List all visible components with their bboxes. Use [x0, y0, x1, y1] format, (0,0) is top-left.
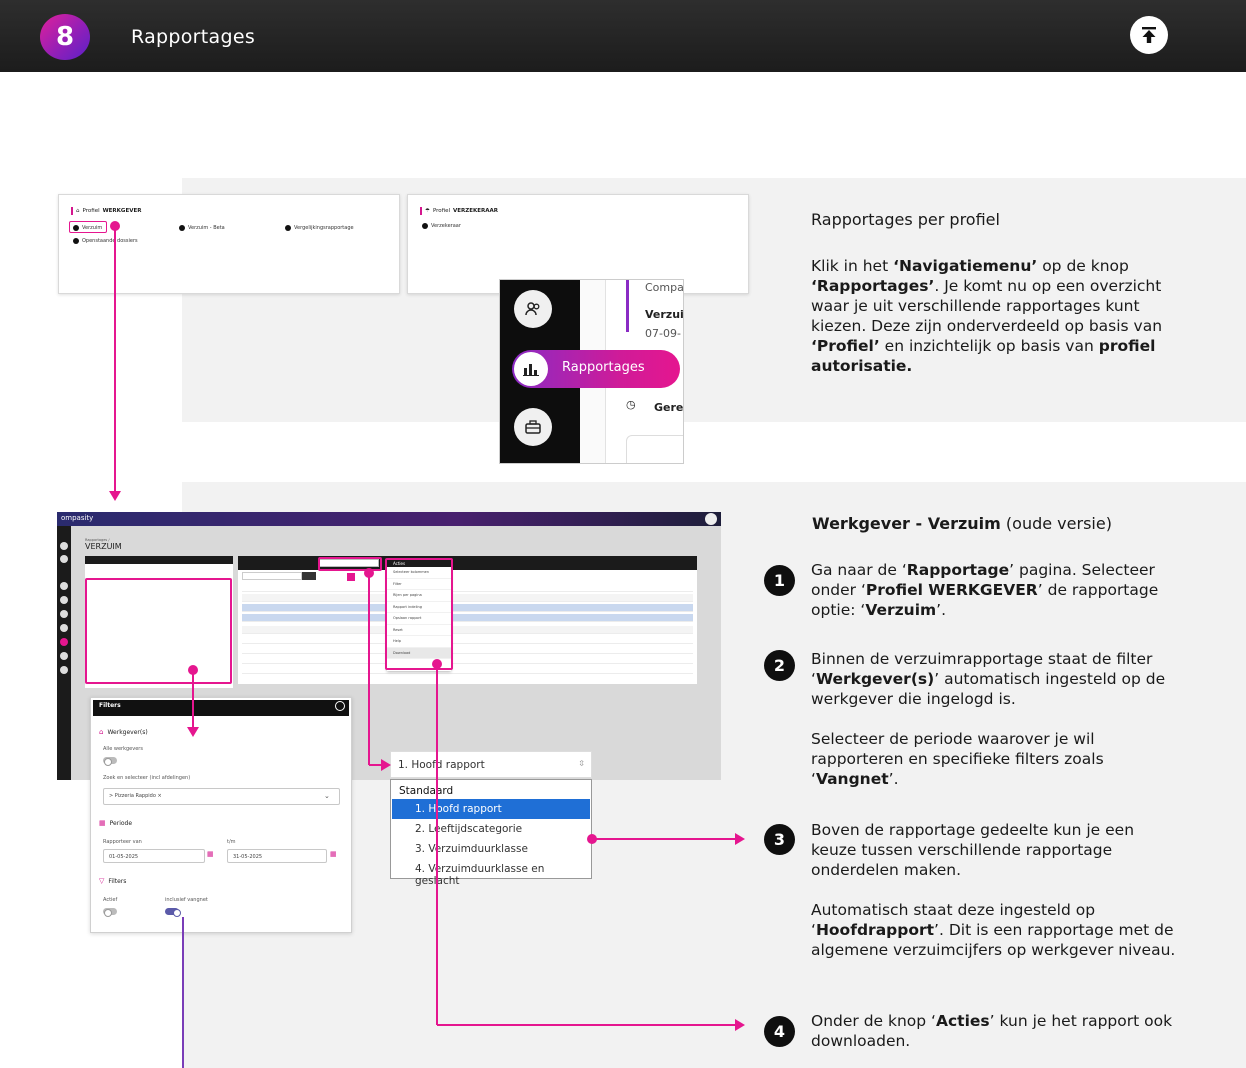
home-icon: ⌂	[76, 208, 80, 214]
arrow-to-top-icon	[1142, 27, 1156, 43]
bar-chart-icon	[523, 364, 539, 376]
highlight-report-select	[318, 557, 382, 571]
highlight-acties	[385, 558, 453, 670]
date-to-input[interactable]: 31-05-2025	[227, 849, 327, 863]
app-logo: ompasity	[61, 514, 94, 522]
report-grid-mini	[238, 556, 697, 684]
report-select[interactable]: 1. Hoofd rapport	[390, 751, 592, 778]
section-1-heading: Rapportages per profiel	[811, 210, 1000, 229]
briefcase-icon	[525, 420, 541, 434]
filters-panel-zoom: Filters ⌂ Werkgever(s) Alle werkgevers Zo…	[90, 697, 352, 933]
step-3-text: Boven de rapportage gedeelte kun je een …	[811, 821, 1135, 879]
step-1-badge: 1	[764, 565, 795, 596]
app-title: VERZUIM	[85, 542, 122, 551]
option-hoofd-rapport[interactable]: 1. Hoofd rapport	[392, 799, 590, 819]
filter-icon: ▽	[99, 877, 105, 885]
calendar-icon: ▦	[99, 819, 106, 827]
option-leeftijdscategorie[interactable]: 2. Leeftijdscategorie	[392, 819, 590, 839]
highlight-verzuim	[69, 221, 107, 233]
navigation-menu-zoom: Rapportages Compas Verzuim 07-09- ◷ Gere	[499, 279, 684, 464]
date-from-input[interactable]: 01-05-2025	[103, 849, 205, 863]
step-2-badge: 2	[764, 650, 795, 681]
step-4-text: Onder de knop ‘Acties’ kun je het rappor…	[811, 1012, 1173, 1050]
report-options-list: Standaard 1. Hoofd rapport 2. Leeftijdsc…	[390, 779, 592, 887]
arrow-circle-icon	[285, 225, 291, 231]
nav-rapportages-label: Rapportages	[562, 360, 645, 375]
option-verzuimduurklasse-geslacht[interactable]: 4. Verzuimduurklasse en geslacht	[392, 859, 590, 887]
page-title: Rapportages	[131, 26, 256, 48]
step-4-badge: 4	[764, 1016, 795, 1047]
nav-users-button[interactable]	[514, 290, 552, 328]
back-to-top-button[interactable]	[1130, 16, 1168, 54]
clock-icon: ◷	[626, 398, 636, 411]
option-verzuimduurklasse[interactable]: 3. Verzuimduurklasse	[392, 839, 590, 859]
step-2-text: Binnen de verzuimrapportage staat de fil…	[811, 650, 1166, 708]
actief-toggle[interactable]	[103, 908, 117, 917]
report-dropdown-zoom: 1. Hoofd rapport ⇳ Standaard 1. Hoofd ra…	[390, 751, 592, 887]
home-icon: ⌂	[99, 728, 104, 736]
report-link-verzekeraar[interactable]: Verzekeraar	[422, 223, 461, 229]
step-1-text: Ga naar de ‘Rapportage’ pagina. Selectee…	[811, 561, 1159, 619]
werkgever-section: ⌂ Werkgever(s)	[99, 728, 148, 736]
collapse-chevron-icon[interactable]	[335, 701, 345, 711]
report-link-openstaande-dossiers[interactable]: Openstaande dossiers	[73, 238, 138, 244]
werkgever-select[interactable]: > Pizzeria Rappido ×	[103, 788, 340, 805]
users-icon	[525, 302, 540, 316]
arrow-circle-icon	[179, 225, 185, 231]
option-group-label: Standaard	[399, 785, 454, 797]
filters-section: ▽ Filters	[99, 877, 127, 885]
profile-heading: ⌂ Profiel WERKGEVER	[71, 207, 141, 215]
arrow-circle-icon	[422, 223, 428, 229]
nav-rapportages-icon-wrap	[514, 352, 548, 386]
highlight-filters	[85, 578, 232, 684]
section-1-paragraph: Klik in het ‘Navigatiemenu’ op de knop ‘…	[811, 257, 1163, 375]
nav-case-button[interactable]	[514, 408, 552, 446]
chevron-down-icon: ⌄	[324, 792, 330, 800]
step-3-badge: 3	[764, 824, 795, 855]
calendar-icon[interactable]: ▦	[207, 850, 214, 858]
periode-section: ▦ Periode	[99, 819, 133, 827]
arrow-circle-icon	[73, 238, 79, 244]
chapter-badge: 8	[40, 14, 90, 60]
profile-card-werkgever: ⌂ Profiel WERKGEVER Verzuim Verzuim - Be…	[58, 194, 400, 294]
report-link-verzuim-beta[interactable]: Verzuim - Beta	[179, 225, 225, 231]
sort-caret-icon: ⇳	[578, 759, 585, 768]
step-3-text-2: Automatisch staat deze ingesteld op ‘Hoo…	[811, 901, 1176, 959]
vangnet-toggle[interactable]	[165, 908, 181, 917]
step-2-text-2: Selecteer de periode waarover je wil rap…	[811, 730, 1104, 788]
profile-heading: ☂ Profiel VERZEKERAAR	[420, 207, 498, 215]
filters-title: Filters	[99, 702, 121, 709]
section-2-heading: Werkgever - Verzuim (oude versie)	[812, 514, 1112, 533]
report-link-vergelijking[interactable]: Vergelijkingsrapportage	[285, 225, 354, 231]
umbrella-icon: ☂	[425, 208, 430, 214]
calendar-icon[interactable]: ▦	[330, 850, 337, 858]
alle-werkgevers-toggle[interactable]	[103, 757, 117, 766]
top-bar: 8 Rapportages	[0, 0, 1246, 72]
